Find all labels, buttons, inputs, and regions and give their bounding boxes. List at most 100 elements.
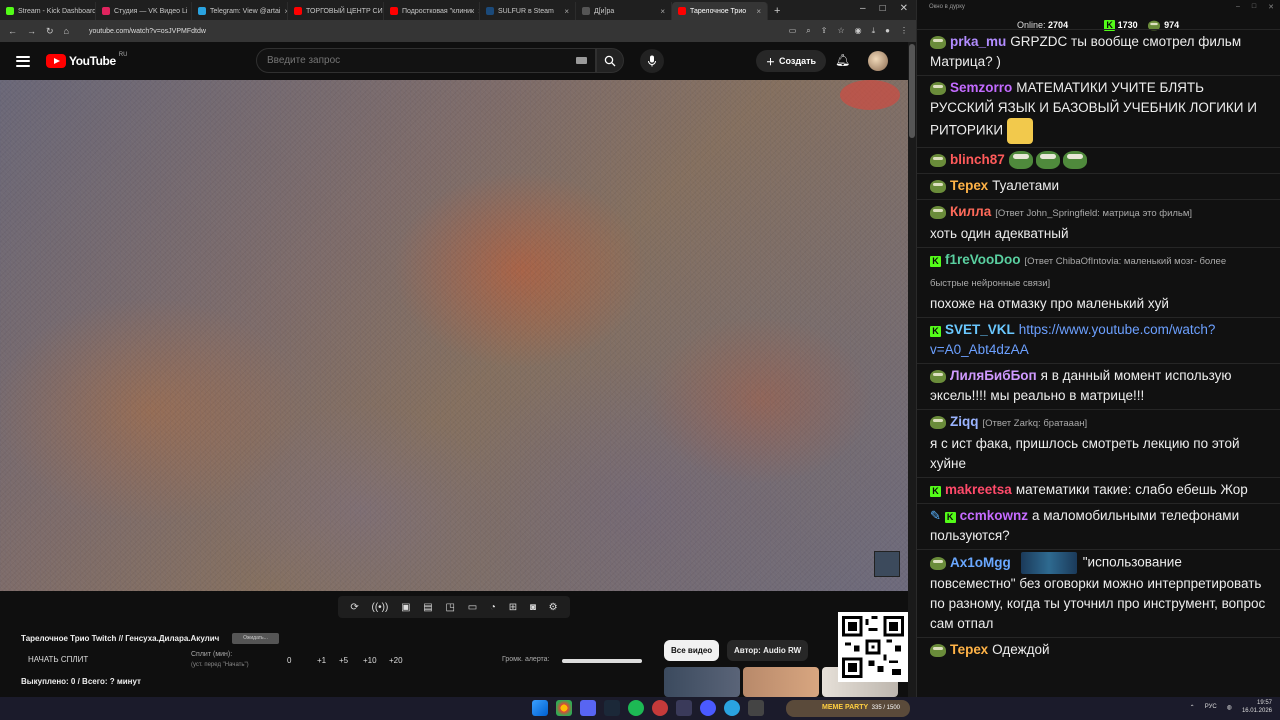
minimize-icon[interactable]: – <box>860 3 866 14</box>
windows-start-icon[interactable] <box>532 700 548 716</box>
browser-tab[interactable]: SULFUR в Steam × <box>480 2 576 20</box>
reload-icon[interactable]: ↻ <box>46 26 54 37</box>
status-badge: Ожидать... <box>232 633 279 644</box>
chat-username[interactable]: prka_mu <box>950 34 1006 49</box>
new-tab-icon[interactable]: + <box>768 2 786 20</box>
back-icon[interactable]: ← <box>8 26 17 36</box>
youtube-wordmark: YouTube <box>69 54 116 68</box>
clapperboard-icon[interactable]: ▤ <box>423 602 432 613</box>
chip-all-videos[interactable]: Все видео <box>664 640 720 661</box>
language-indicator[interactable]: РУС <box>1205 704 1217 710</box>
step-plus-20-button[interactable]: +20 <box>389 656 403 665</box>
extension-icon[interactable]: ◉ <box>855 26 862 36</box>
cast-icon[interactable]: ▭ <box>789 26 797 36</box>
start-split-button[interactable]: НАЧАТЬ СПЛИТ <box>28 655 88 664</box>
picture-in-picture-icon[interactable]: ◳ <box>446 602 455 613</box>
hamburger-icon[interactable] <box>16 55 30 67</box>
browser-menu-icon[interactable]: ⋮ <box>900 26 908 36</box>
discord-icon[interactable] <box>580 700 596 716</box>
screen-icon[interactable]: ▭ <box>468 602 477 613</box>
spotify-icon[interactable] <box>628 700 644 716</box>
browser-tab[interactable]: Stream - Kick Dashboard× <box>0 2 96 20</box>
browser-tab[interactable]: Тарелочное Трио × <box>672 2 768 20</box>
pepe-badge-icon <box>930 205 946 219</box>
alert-volume-slider[interactable] <box>562 659 642 663</box>
browser-tab[interactable]: Подростковая "клиник× <box>384 2 480 20</box>
repeat-icon[interactable]: ⟳ <box>350 602 358 613</box>
create-button[interactable]: ＋ Создать <box>756 50 827 72</box>
tray-chevron-icon[interactable]: ⌃ <box>1190 704 1195 711</box>
media-player-icon[interactable] <box>700 700 716 716</box>
forward-icon[interactable]: → <box>27 26 36 36</box>
chat-username[interactable]: SVET_VKL <box>945 322 1015 337</box>
chat-username[interactable]: makreetsa <box>945 482 1012 497</box>
close-icon[interactable]: ✕ <box>900 3 908 14</box>
video-thumbnail[interactable] <box>664 667 740 697</box>
chat-username[interactable]: f1reVooDoo <box>945 252 1021 267</box>
keyboard-icon[interactable] <box>576 57 587 64</box>
step-plus-5-button[interactable]: +5 <box>339 656 363 665</box>
chat-username[interactable]: Терех <box>950 178 988 193</box>
chat-username[interactable]: Килла <box>950 204 991 219</box>
bell-icon[interactable]: 🔔︎ <box>835 53 850 67</box>
zoom-icon[interactable]: ⌕ <box>806 26 810 36</box>
obs-icon[interactable] <box>652 700 668 716</box>
chat-username[interactable]: ccmkownz <box>960 508 1028 523</box>
window-controls: – □ ✕ <box>860 3 908 14</box>
tab-close-icon[interactable]: × <box>564 7 569 16</box>
broadcast-icon[interactable]: ((•)) <box>372 602 389 613</box>
browser-tab[interactable]: Д[и]ра × <box>576 2 672 20</box>
file-explorer-icon[interactable] <box>748 700 764 716</box>
download-icon[interactable]: ⤓ <box>872 26 876 36</box>
app-icon[interactable] <box>676 700 692 716</box>
search-button[interactable] <box>596 48 624 73</box>
avatar[interactable] <box>868 51 888 71</box>
chat-username[interactable]: Semzorro <box>950 80 1012 95</box>
pepe-badge-icon <box>930 556 946 570</box>
split-value[interactable]: 0 <box>287 656 317 665</box>
url-text[interactable]: youtube.com/watch?v=osJVPMFdtdw <box>89 28 206 35</box>
pepe-badge-icon <box>930 35 946 49</box>
media-widget[interactable]: MEME PARTY 335 / 1500 <box>786 700 910 717</box>
tab-close-icon[interactable]: × <box>756 7 761 16</box>
gear-icon[interactable]: ⚙ <box>549 602 558 613</box>
chat-username[interactable]: Ax1oMgg <box>950 555 1011 570</box>
camera-icon[interactable]: ◙ <box>530 602 536 613</box>
telegram-icon[interactable] <box>724 700 740 716</box>
steam-icon[interactable] <box>604 700 620 716</box>
maximize-icon[interactable]: □ <box>880 3 886 14</box>
chrome-icon[interactable] <box>556 700 572 716</box>
close-icon[interactable]: ✕ <box>1268 3 1274 11</box>
voice-search-button[interactable] <box>640 49 664 73</box>
browser-tab[interactable]: Telegram: View @artai× <box>192 2 288 20</box>
tab-close-icon[interactable]: × <box>660 7 665 16</box>
clock[interactable]: 19:57 16.01.2026 <box>1242 699 1272 715</box>
video-settings-icon[interactable]: ▣ <box>401 602 410 613</box>
bookmark-icon[interactable]: ☆ <box>837 26 844 36</box>
chat-username[interactable]: Терех <box>950 642 988 657</box>
step-plus-1-button[interactable]: +1 <box>317 656 339 665</box>
step-plus-10-button[interactable]: +10 <box>363 656 389 665</box>
chat-message: ✎ Kccmkownz а маломобильными телефонами п… <box>917 503 1280 549</box>
browser-tab[interactable]: Студия — VK Видео Li× <box>96 2 192 20</box>
address-bar: ← → ↻ ⌂ youtube.com/watch?v=osJVPMFdtdw … <box>0 20 916 42</box>
chat-username[interactable]: ЛиляБибБоп <box>950 368 1037 383</box>
video-player[interactable] <box>0 80 908 591</box>
reply-quote: [Ответ John_Springfield: матрица это фил… <box>995 208 1193 219</box>
maximize-icon[interactable]: □ <box>1252 3 1256 11</box>
video-thumbnail[interactable] <box>743 667 819 697</box>
youtube-logo[interactable]: YouTube RU <box>46 52 127 68</box>
profile-icon[interactable]: ● <box>885 26 890 36</box>
chat-username[interactable]: blinch87 <box>950 152 1005 167</box>
minimize-icon[interactable]: – <box>1236 3 1240 11</box>
search-input[interactable] <box>267 55 567 66</box>
browser-tab[interactable]: ТОРГОВЫЙ ЦЕНТР СИ× <box>288 2 384 20</box>
speed-icon[interactable]: ◔ <box>490 602 496 613</box>
network-icon[interactable]: ◍ <box>1227 704 1232 711</box>
home-icon[interactable]: ⌂ <box>64 26 69 36</box>
share-icon[interactable]: ⇪ <box>821 26 828 36</box>
page-scrollbar[interactable] <box>908 42 916 697</box>
add-clip-icon[interactable]: ⊞ <box>509 602 517 613</box>
chat-username[interactable]: Ziqq <box>950 414 979 429</box>
chip-author[interactable]: Автор: Audio RW <box>727 640 809 661</box>
